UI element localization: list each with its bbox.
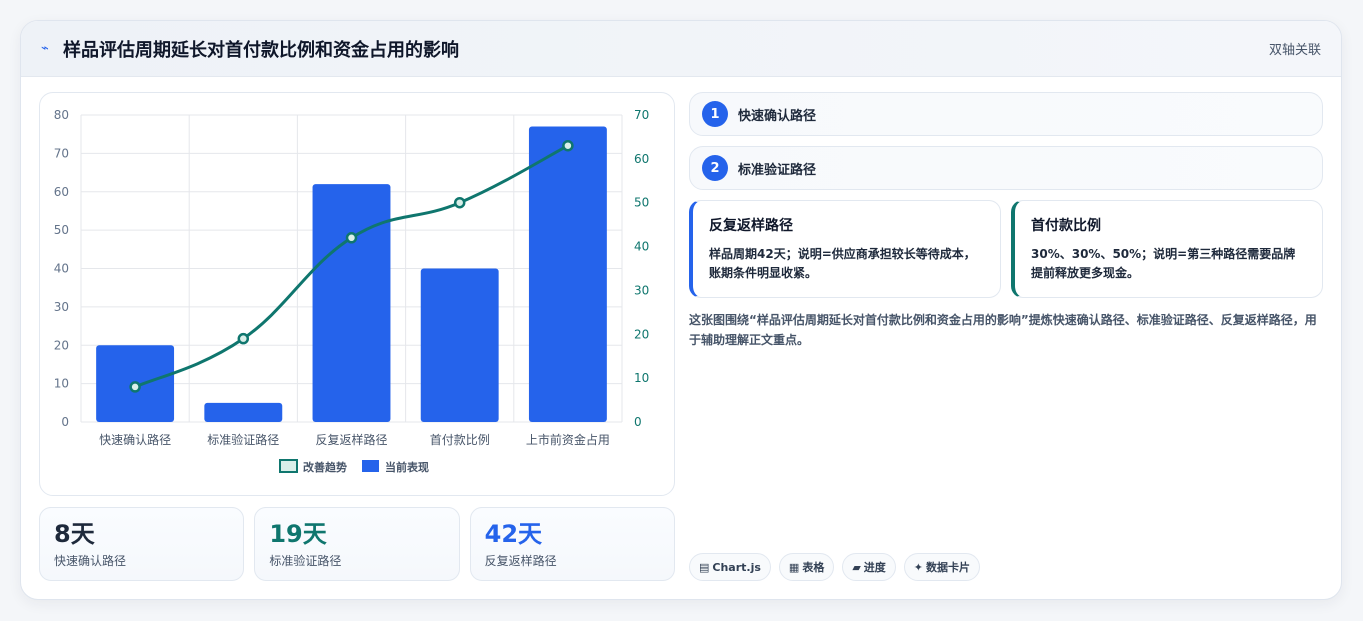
pill-progress[interactable]: ▰ 进度 (842, 553, 896, 581)
step-number: 1 (702, 101, 728, 127)
y-left-tick-label: 80 (54, 108, 69, 122)
stat-label: 标准验证路径 (269, 554, 342, 568)
detail-text: 30%、30%、50%；说明=第三种路径需要品牌提前释放更多现金。 (1031, 247, 1296, 280)
bar (528, 126, 607, 422)
pill-table[interactable]: ▦ 表格 (778, 553, 835, 581)
step-item: 1 快速确认路径 (689, 92, 1323, 136)
stat-value: 19天 (269, 520, 327, 548)
y-left-tick-label: 30 (54, 300, 69, 314)
trend-point (345, 232, 358, 244)
chart-container: 0 10 20 30 40 50 60 70 80 0 10 20 30 40 50 60 70 快速确认路径 标准… (39, 92, 675, 496)
stat-value: 8天 (54, 520, 95, 548)
insight-panel: 1 快速确认路径 2 标准验证路径 反复返样路径 样品周期42天；说明=供应商承… (689, 92, 1323, 350)
stat-value: 42天 (484, 520, 543, 548)
y-right-tick-label: 10 (634, 371, 649, 385)
pill-data-card[interactable]: ✦ 数据卡片 (903, 553, 981, 581)
stat-card: 19天 标准验证路径 (254, 507, 460, 581)
pill-label: 进度 (863, 561, 886, 574)
bar (420, 268, 499, 422)
detail-title: 反复返样路径 (709, 218, 793, 234)
y-right-tick-label: 70 (634, 108, 649, 122)
step-item: 2 标准验证路径 (689, 146, 1323, 190)
y-left-tick-label: 20 (54, 338, 69, 352)
detail-card: 首付款比例 30%、30%、50%；说明=第三种路径需要品牌提前释放更多现金。 (1011, 200, 1323, 298)
card-header: ⌁ 样品评估周期延长对首付款比例和资金占用的影响 双轴关联 (21, 21, 1341, 77)
detail-row: 反复返样路径 样品周期42天；说明=供应商承担较长等待成本，账期条件明显收紧。 … (689, 200, 1323, 298)
legend-swatch-bar (362, 460, 379, 472)
stat-card: 8天 快速确认路径 (39, 507, 245, 581)
sparkle-icon: ✦ (913, 560, 924, 574)
y-left-tick-label: 10 (54, 377, 69, 391)
table-icon: ▦ (788, 560, 800, 574)
bar (312, 184, 391, 422)
x-tick-label: 反复返样路径 (315, 432, 387, 447)
stat-cards: 8天 快速确认路径 19天 标准验证路径 42天 反复返样路径 (39, 507, 675, 581)
page: ⌁ 样品评估周期延长对首付款比例和资金占用的影响 双轴关联 0 10 20 30 40 5… (0, 0, 1363, 621)
y-left-tick-label: 50 (54, 223, 69, 237)
chart-summary: 这张图围绕“样品评估周期延长对首付款比例和资金占用的影响”提炼快速确认路径、标准… (689, 313, 1317, 347)
trend-point (562, 139, 574, 152)
y-left-tick-label: 60 (54, 185, 69, 199)
y-right-tick-label: 0 (634, 415, 642, 429)
y-right-tick-label: 20 (634, 327, 649, 341)
step-label: 标准验证路径 (738, 162, 817, 178)
trend-point (453, 196, 466, 209)
detail-title: 首付款比例 (1031, 218, 1101, 234)
legend-label: 改善趋势 (303, 460, 347, 474)
y-right-tick-label: 60 (634, 152, 649, 166)
detail-card: 反复返样路径 样品周期42天；说明=供应商承担较长等待成本，账期条件明显收紧。 (689, 200, 1001, 298)
y-left-tick-label: 0 (61, 415, 69, 429)
legend-label: 当前表现 (385, 460, 429, 474)
title-wrap: ⌁ 样品评估周期延长对首付款比例和资金占用的影响 (41, 36, 459, 62)
trend-point (129, 381, 141, 393)
y-right-tick-label: 30 (634, 283, 649, 297)
combo-chart: 0 10 20 30 40 50 60 70 80 0 10 20 30 40 50 60 70 快速确认路径 标准… (54, 108, 650, 474)
step-number: 2 (702, 155, 728, 181)
x-tick-label: 标准验证路径 (207, 432, 279, 447)
chart-icon: ▤ (699, 560, 710, 574)
detail-text: 样品周期42天；说明=供应商承担较长等待成本，账期条件明显收紧。 (709, 247, 976, 280)
x-tick-label: 首付款比例 (430, 433, 490, 447)
trend-point (237, 332, 250, 345)
dual-axis-tag: 双轴关联 (1268, 43, 1321, 58)
card-title: 样品评估周期延长对首付款比例和资金占用的影响 (63, 39, 459, 61)
stat-label: 反复返样路径 (484, 554, 557, 568)
pill-label: 数据卡片 (926, 561, 971, 574)
step-label: 快速确认路径 (738, 108, 817, 124)
pill-label: 表格 (802, 561, 825, 574)
y-left-tick-label: 40 (54, 262, 69, 276)
y-right-tick-label: 50 (634, 196, 649, 210)
stat-label: 快速确认路径 (54, 554, 127, 568)
pill-chartjs[interactable]: ▤ Chart.js (689, 553, 771, 581)
bar (204, 402, 283, 422)
tech-pills: ▤ Chart.js ▦ 表格 ▰ 进度 ✦ 数据卡片 (689, 553, 981, 581)
legend-swatch-line (279, 459, 298, 473)
stat-card: 42天 反复返样路径 (469, 507, 675, 581)
y-right-tick-label: 40 (634, 240, 649, 254)
pill-label: Chart.js (712, 560, 761, 574)
x-tick-label: 上市前资金占用 (526, 432, 610, 447)
y-left-tick-label: 70 (54, 146, 69, 160)
x-tick-label: 快速确认路径 (99, 432, 171, 447)
line-chart-icon: ⌁ (41, 41, 49, 56)
progress-icon: ▰ (852, 560, 861, 574)
